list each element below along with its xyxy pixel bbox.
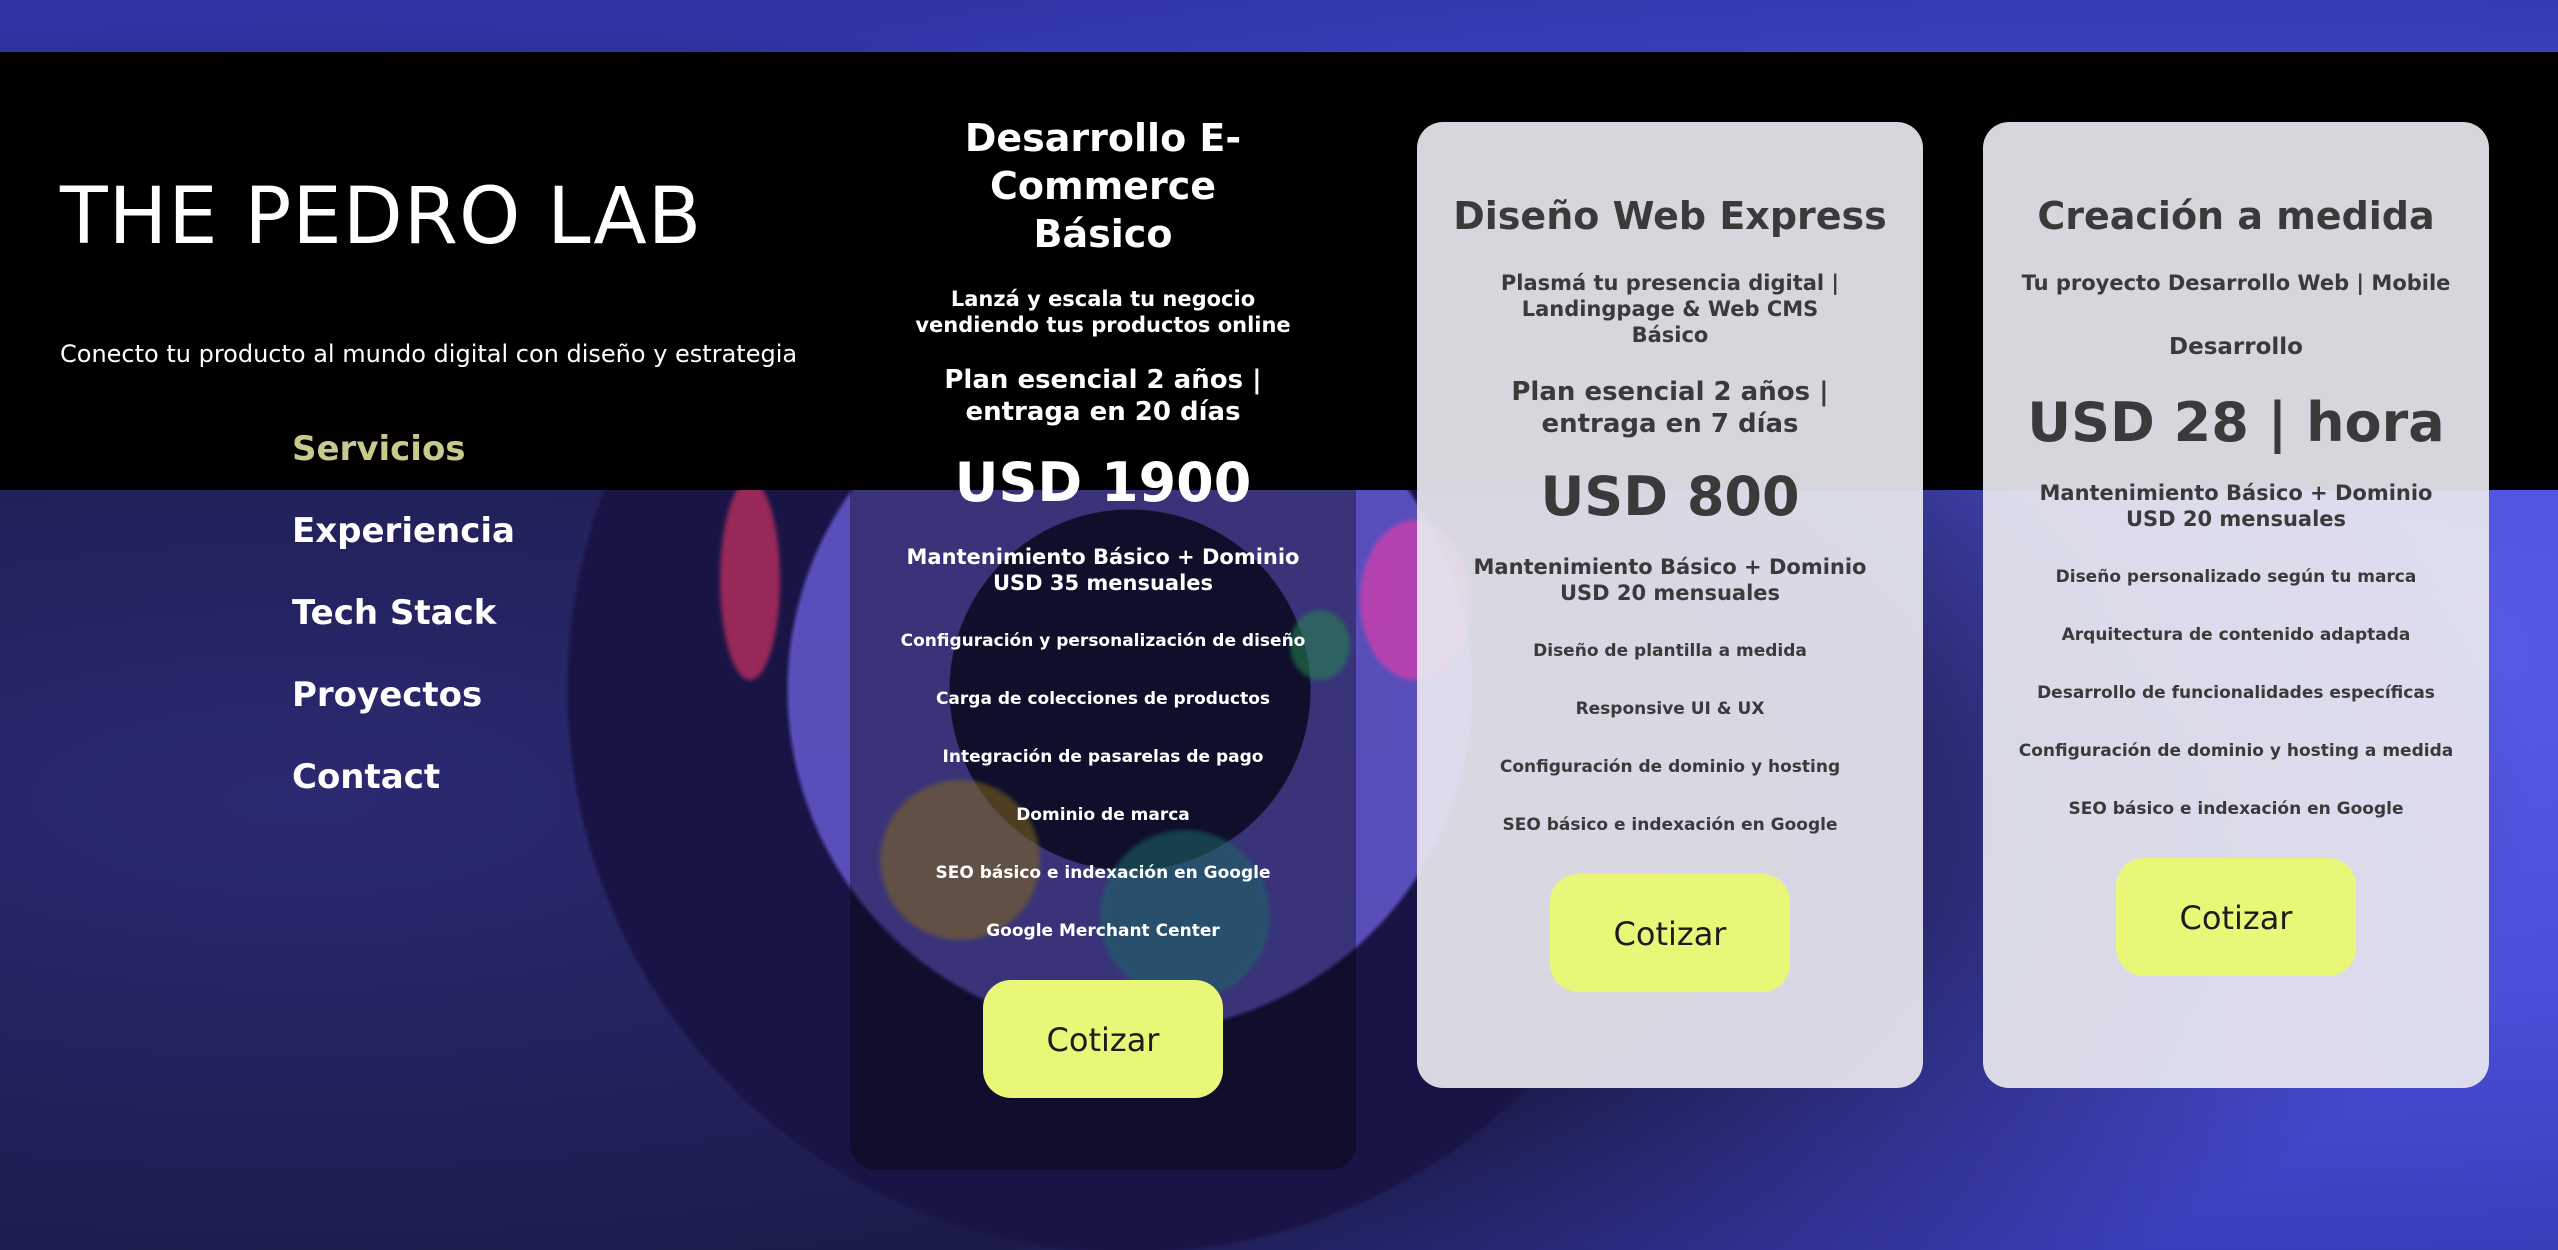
feature-item: Responsive UI & UX [1575,699,1765,719]
brand-tagline: Conecto tu producto al mundo digital con… [60,340,798,368]
feature-item: SEO básico e indexación en Google [1502,815,1838,835]
nav-item-contact[interactable]: Contact [292,758,515,796]
card-price: USD 1900 [954,451,1252,514]
nav-item-tech-stack[interactable]: Tech Stack [292,594,515,632]
card-subtitle: Lanzá y escala tu negocio vendiendo tus … [915,287,1291,337]
feature-item: Configuración de dominio y hosting a med… [2018,741,2454,761]
nav-item-experiencia[interactable]: Experiencia [292,512,515,550]
feature-item: Dominio de marca [1016,805,1190,825]
feature-item: Desarrollo de funcionalidades específica… [2037,683,2435,703]
cotizar-button[interactable]: Cotizar [1550,874,1790,992]
feature-item: Diseño personalizado según tu marca [2055,567,2417,587]
feature-item: Configuración de dominio y hosting [1499,757,1841,777]
card-title: Diseño Web Express [1453,194,1887,238]
feature-item: Integración de pasarelas de pago [942,747,1264,767]
cotizar-button[interactable]: Cotizar [2116,858,2356,976]
pricing-card-ecommerce: Desarrollo E-Commerce Básico Lanzá y esc… [850,96,1356,1170]
card-title: Desarrollo E-Commerce Básico [964,116,1242,256]
main-nav: Servicios Experiencia Tech Stack Proyect… [292,430,515,840]
card-maintenance: Mantenimiento Básico + Dominio USD 20 me… [2039,481,2433,531]
pricing-card-custom: Creación a medida Tu proyecto Desarrollo… [1983,122,2489,1088]
nav-item-proyectos[interactable]: Proyectos [292,676,515,714]
card-plan: Desarrollo [2169,334,2303,360]
feature-item: Google Merchant Center [986,921,1220,941]
feature-item: Carga de colecciones de productos [935,689,1271,709]
card-plan: Plan esencial 2 años | entraga en 20 día… [944,365,1262,427]
card-subtitle: Tu proyecto Desarrollo Web | Mobile [2021,271,2451,295]
feature-list: Diseño personalizado según tu marca Arqu… [2017,566,2455,820]
brand-title: THE PEDRO LAB [60,172,703,262]
feature-list: Configuración y personalización de diseñ… [884,630,1322,942]
feature-item: SEO básico e indexación en Google [935,863,1271,883]
nav-item-servicios[interactable]: Servicios [292,430,515,468]
feature-item: Configuración y personalización de diseñ… [900,631,1306,651]
feature-item: Diseño de plantilla a medida [1533,641,1807,661]
cotizar-button[interactable]: Cotizar [983,980,1223,1098]
feature-item: Arquitectura de contenido adaptada [2061,625,2411,645]
card-title: Creación a medida [2037,194,2435,238]
card-maintenance: Mantenimiento Básico + Dominio USD 35 me… [906,545,1300,595]
feature-item: SEO básico e indexación en Google [2068,799,2404,819]
card-price: USD 28 | hora [2027,391,2445,454]
card-price: USD 800 [1540,465,1800,528]
feature-list: Diseño de plantilla a medida Responsive … [1451,640,1889,836]
bokeh-light [720,480,780,680]
pricing-card-web-express: Diseño Web Express Plasmá tu presencia d… [1417,122,1923,1088]
card-plan: Plan esencial 2 años | entraga en 7 días [1511,377,1829,439]
card-subtitle: Plasmá tu presencia digital | Landingpag… [1500,271,1840,347]
card-maintenance: Mantenimiento Básico + Dominio USD 20 me… [1473,555,1867,605]
